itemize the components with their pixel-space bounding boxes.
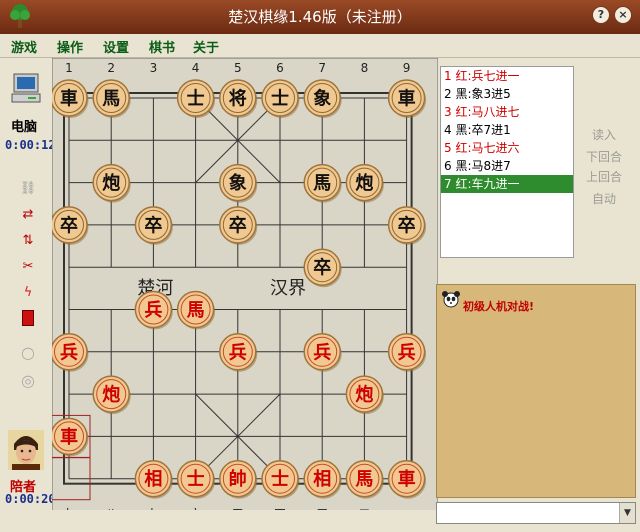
river-text-right: 汉界 <box>270 278 306 299</box>
piece-label: 炮 <box>102 172 120 194</box>
list-item[interactable]: 7 红:车九进一 <box>441 175 573 193</box>
piece-label: 馬 <box>355 469 373 490</box>
list-item[interactable]: 6 黑:马8进7 <box>441 157 573 175</box>
file-number: 6 <box>276 61 284 75</box>
piece-label: 卒 <box>144 214 162 236</box>
piece-label: 兵 <box>313 342 331 363</box>
menu-game[interactable]: 游戏 <box>11 37 37 56</box>
piece-label: 車 <box>398 88 416 110</box>
piece-label: 車 <box>60 426 78 448</box>
tools-icon[interactable]: ✂ <box>18 258 38 276</box>
piece-label: 卒 <box>398 214 416 236</box>
left-toolbar: 电脑 0:00:12 ⛓ ⇄ ⇅ ✂ ϟ ○ ◎ 陪者 0:00:20 <box>0 58 56 510</box>
help-button[interactable]: ? <box>592 6 610 24</box>
circle-icon[interactable]: ○ <box>18 344 38 362</box>
chevron-down-icon[interactable]: ▼ <box>619 503 635 523</box>
piece-label: 象 <box>229 172 247 194</box>
piece-label: 卒 <box>60 214 78 236</box>
file-number: 4 <box>192 61 200 75</box>
window-title: 楚汉棋缘1.46版（未注册） <box>228 8 412 26</box>
title-bar: 楚汉棋缘1.46版（未注册） ? × <box>0 0 640 34</box>
chess-board[interactable]: 123456789九八七六五四三二一楚河汉界車馬士将士象車炮象馬炮卒卒卒卒卒兵馬… <box>52 58 438 524</box>
list-item[interactable]: 3 红:马八进七 <box>441 103 573 121</box>
file-number: 7 <box>318 61 326 75</box>
list-item[interactable]: 5 红:马七进六 <box>441 139 573 157</box>
piece-label: 士 <box>187 89 205 110</box>
lightning-icon[interactable]: ϟ <box>18 284 38 302</box>
piece-label: 車 <box>398 468 416 490</box>
file-number: 1 <box>65 61 73 75</box>
status-bar <box>0 510 436 532</box>
piece-label: 士 <box>187 469 205 490</box>
prev-round-button[interactable]: 上回合 <box>582 168 626 185</box>
load-button[interactable]: 读入 <box>582 126 626 143</box>
piece-label: 兵 <box>398 342 416 363</box>
piece-label: 卒 <box>313 257 331 279</box>
next-round-button[interactable]: 下回合 <box>582 148 626 165</box>
top-player-name: 电脑 <box>11 120 38 135</box>
file-number: 9 <box>403 61 411 75</box>
piece-label: 相 <box>313 469 331 490</box>
board-background[interactable] <box>52 58 438 524</box>
top-player-time: 0:00:12 <box>5 138 56 152</box>
list-item[interactable]: 4 黑:卒7进1 <box>441 121 573 139</box>
link-icon[interactable]: ⛓ <box>18 180 38 198</box>
computer-icon <box>11 73 41 103</box>
chat-panel: 初级人机对战! <box>436 284 636 498</box>
menu-about[interactable]: 关于 <box>193 37 219 56</box>
auto-button[interactable]: 自动 <box>582 190 626 207</box>
piece-label: 兵 <box>144 300 162 321</box>
piece-label: 帥 <box>229 468 247 490</box>
piece-label: 炮 <box>355 384 373 406</box>
menu-chessbook[interactable]: 棋书 <box>149 37 175 56</box>
piece-label: 馬 <box>102 89 120 110</box>
close-button[interactable]: × <box>614 6 632 24</box>
piece-label: 馬 <box>187 300 205 321</box>
piece-label: 士 <box>271 89 289 110</box>
piece-label: 兵 <box>229 342 247 363</box>
piece-label: 士 <box>271 469 289 490</box>
piece-label: 卒 <box>229 214 247 236</box>
file-number: 5 <box>234 61 242 75</box>
piece-label: 炮 <box>355 172 373 194</box>
piece-icon[interactable]: ◎ <box>18 372 38 390</box>
menu-settings[interactable]: 设置 <box>103 37 129 56</box>
piece-label: 兵 <box>60 342 78 363</box>
chat-message: 初级人机对战! <box>463 300 535 313</box>
file-number: 3 <box>150 61 158 75</box>
flip-icon[interactable]: ⇅ <box>18 232 38 250</box>
piece-label: 炮 <box>102 384 120 406</box>
list-item[interactable]: 2 黑:象3进5 <box>441 85 573 103</box>
file-number: 8 <box>361 61 369 75</box>
move-list[interactable]: 1 红:兵七进一 2 黑:象3进5 3 红:马八进七 4 黑:卒7进1 5 红:… <box>440 66 574 258</box>
list-item[interactable]: 1 红:兵七进一 <box>441 67 573 85</box>
chat-input[interactable]: ▼ <box>436 502 636 524</box>
panda-icon <box>442 291 460 308</box>
piece-label: 象 <box>313 88 331 110</box>
avatar <box>8 430 44 470</box>
bottom-player-time: 0:00:20 <box>5 492 56 506</box>
piece-label: 車 <box>60 88 78 110</box>
piece-label: 将 <box>229 88 247 110</box>
book-icon[interactable] <box>18 310 38 328</box>
menu-operate[interactable]: 操作 <box>57 37 83 56</box>
piece-label: 馬 <box>313 173 331 194</box>
menu-bar: 游戏 操作 设置 棋书 关于 <box>0 34 640 58</box>
file-number: 2 <box>107 61 115 75</box>
swap-icon[interactable]: ⇄ <box>18 206 38 224</box>
piece-label: 相 <box>144 469 162 490</box>
